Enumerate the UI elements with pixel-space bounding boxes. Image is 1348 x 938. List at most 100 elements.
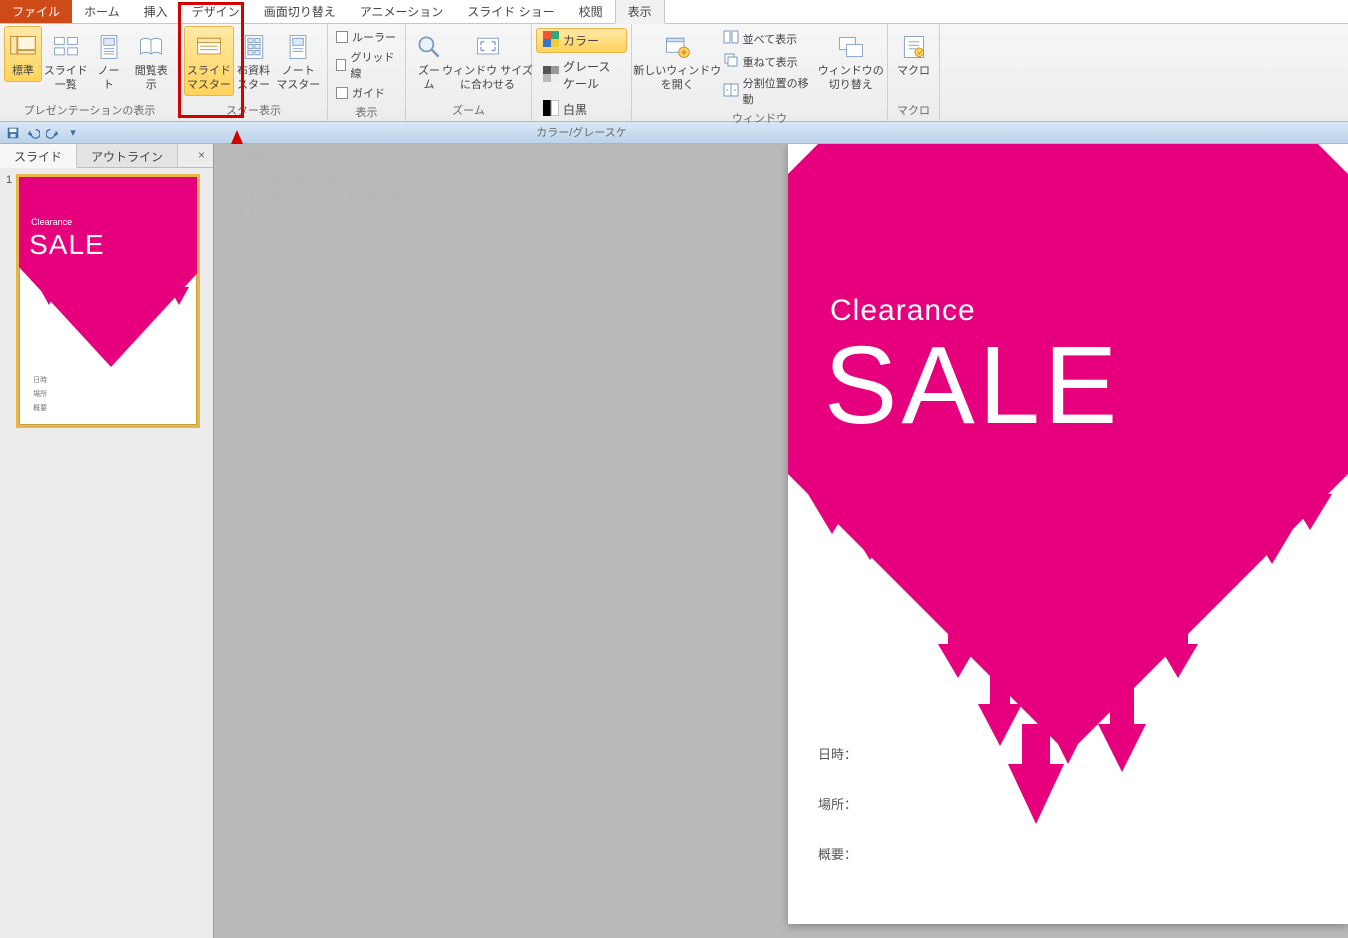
- color-button[interactable]: カラー: [536, 28, 627, 53]
- notes-master-icon: [282, 31, 314, 63]
- checkbox-icon: [336, 59, 346, 71]
- cascade-button[interactable]: 重ねて表示: [719, 51, 819, 72]
- notes-page-label: ノート: [94, 65, 122, 93]
- handout-master-label: 布資料 スター: [237, 65, 270, 93]
- new-window-icon: [661, 31, 693, 63]
- tab-view[interactable]: 表示: [615, 0, 665, 24]
- tab-home[interactable]: ホーム: [72, 0, 132, 23]
- switch-windows-icon: [835, 31, 867, 63]
- pane-tabs: スライド アウトライン ×: [0, 144, 213, 168]
- pane-tab-slides[interactable]: スライド: [0, 144, 77, 168]
- thumbnail-list: 1 Clearance SALE 日時 場所 概要: [0, 168, 213, 938]
- reading-view-label: 閲覧表示: [133, 65, 170, 93]
- slide-sorter-icon: [50, 31, 82, 63]
- color-swatch-icon: [543, 31, 559, 50]
- thumbnail-number: 1: [6, 174, 12, 428]
- tab-review[interactable]: 校閲: [567, 0, 615, 23]
- notes-master-button[interactable]: ノート マスター: [273, 26, 323, 96]
- slide-master-label: スライド マスター: [187, 65, 231, 93]
- tab-animation[interactable]: アニメーション: [348, 0, 456, 23]
- qat-dropdown-icon[interactable]: ▾: [66, 126, 80, 140]
- bw-label: 白黒: [563, 101, 587, 118]
- tab-slideshow[interactable]: スライド ショー: [455, 0, 566, 23]
- handout-master-button[interactable]: 布資料 スター: [234, 26, 274, 96]
- notes-page-button[interactable]: ノート: [89, 26, 127, 96]
- zoom-label: ズーム: [415, 65, 443, 93]
- group-presentation-views: プレゼンテーションの表示: [4, 100, 175, 121]
- group-zoom: ズーム: [410, 100, 527, 121]
- arrange-all-icon: [723, 29, 739, 48]
- ruler-checkbox[interactable]: ルーラー: [332, 28, 401, 46]
- macros-button[interactable]: マクロ: [892, 26, 935, 82]
- fit-window-icon: [472, 31, 504, 63]
- switch-windows-button[interactable]: ウィンドウの 切り替え: [819, 26, 883, 96]
- slide-sorter-label: スライド 一覧: [44, 65, 88, 93]
- normal-view-button[interactable]: 標準: [4, 26, 42, 82]
- slide-master-button[interactable]: スライド マスター: [184, 26, 234, 96]
- thumbnail-preview: Clearance SALE 日時 場所 概要: [16, 174, 200, 428]
- ruler-label: ルーラー: [352, 29, 396, 45]
- slide-date-label: 日時：: [818, 744, 857, 763]
- arrange-all-button[interactable]: 並べて表示: [719, 28, 819, 49]
- tooltip-ghost: ター 表示 イド マスター表示を開いて、マス スライドのデザインとレイアウトを …: [224, 150, 400, 220]
- slide[interactable]: Clearance SALE 日時： 場所： 概要：: [788, 144, 1348, 924]
- handout-master-icon: [238, 31, 270, 63]
- group-macro: マクロ: [892, 100, 935, 121]
- notes-master-label: ノート マスター: [276, 65, 320, 93]
- pane-close-button[interactable]: ×: [190, 144, 213, 167]
- tab-file[interactable]: ファイル: [0, 0, 72, 23]
- zoom-icon: [413, 31, 445, 63]
- slide-canvas[interactable]: ター 表示 イド マスター表示を開いて、マス スライドのデザインとレイアウトを …: [214, 144, 1348, 938]
- normal-view-icon: [7, 31, 39, 63]
- ribbon-tabbar: ファイル ホーム 挿入 デザイン 画面切り替え アニメーション スライド ショー…: [0, 0, 1348, 24]
- move-split-label: 分割位置の移動: [743, 75, 815, 107]
- thumb-summary-label: 概要: [33, 403, 47, 413]
- thumbnail-item[interactable]: 1 Clearance SALE 日時 場所 概要: [6, 174, 207, 428]
- move-split-icon: [723, 82, 739, 101]
- macros-label: マクロ: [897, 65, 930, 79]
- slides-outline-pane: スライド アウトライン × 1 Clearance SALE 日時 場所 概要: [0, 144, 214, 938]
- move-split-button[interactable]: 分割位置の移動: [719, 74, 819, 108]
- new-window-button[interactable]: 新しいウィンドウ を開く: [636, 26, 719, 96]
- grayscale-label: グレースケール: [563, 58, 620, 92]
- save-icon[interactable]: [6, 126, 20, 140]
- group-master-views: スター表示: [184, 100, 323, 121]
- cascade-icon: [723, 52, 739, 71]
- cascade-label: 重ねて表示: [743, 54, 798, 70]
- undo-icon[interactable]: [26, 126, 40, 140]
- macros-icon: [898, 31, 930, 63]
- bw-button[interactable]: 白黒: [536, 97, 627, 122]
- arrange-all-label: 並べて表示: [743, 31, 798, 47]
- reading-view-button[interactable]: 閲覧表示: [128, 26, 175, 96]
- guides-label: ガイド: [352, 85, 385, 101]
- gridlines-checkbox[interactable]: グリッド線: [332, 48, 401, 82]
- fit-window-button[interactable]: ウィンドウ サイズ に合わせる: [448, 26, 527, 96]
- checkbox-icon: [336, 31, 348, 43]
- switch-windows-label: ウィンドウの 切り替え: [818, 65, 884, 93]
- slide-sorter-button[interactable]: スライド 一覧: [42, 26, 89, 96]
- grayscale-button[interactable]: グレースケール: [536, 55, 627, 95]
- fit-window-label: ウィンドウ サイズ に合わせる: [442, 65, 533, 93]
- redo-icon[interactable]: [46, 126, 60, 140]
- normal-view-label: 標準: [12, 65, 34, 79]
- group-show: 表示: [332, 102, 401, 123]
- thumb-date-label: 日時: [33, 375, 47, 385]
- notes-page-icon: [93, 31, 125, 63]
- new-window-label: 新しいウィンドウ を開く: [633, 65, 721, 93]
- thumb-clearance: Clearance: [31, 217, 72, 227]
- tab-insert[interactable]: 挿入: [132, 0, 180, 23]
- guides-checkbox[interactable]: ガイド: [332, 84, 401, 102]
- checkbox-icon: [336, 87, 348, 99]
- grayscale-swatch-icon: [543, 66, 559, 85]
- slide-place-label: 場所：: [818, 794, 857, 813]
- group-window: ウィンドウ: [636, 108, 883, 129]
- tab-transition[interactable]: 画面切り替え: [252, 0, 348, 23]
- pane-tab-outline[interactable]: アウトライン: [77, 144, 178, 167]
- gridlines-label: グリッド線: [350, 49, 397, 81]
- tab-design[interactable]: デザイン: [180, 0, 252, 23]
- slide-sale-text: SALE: [824, 322, 1121, 449]
- thumb-place-label: 場所: [33, 389, 47, 399]
- slide-master-icon: [193, 31, 225, 63]
- thumb-sale: SALE: [29, 229, 105, 261]
- color-label: カラー: [563, 32, 599, 49]
